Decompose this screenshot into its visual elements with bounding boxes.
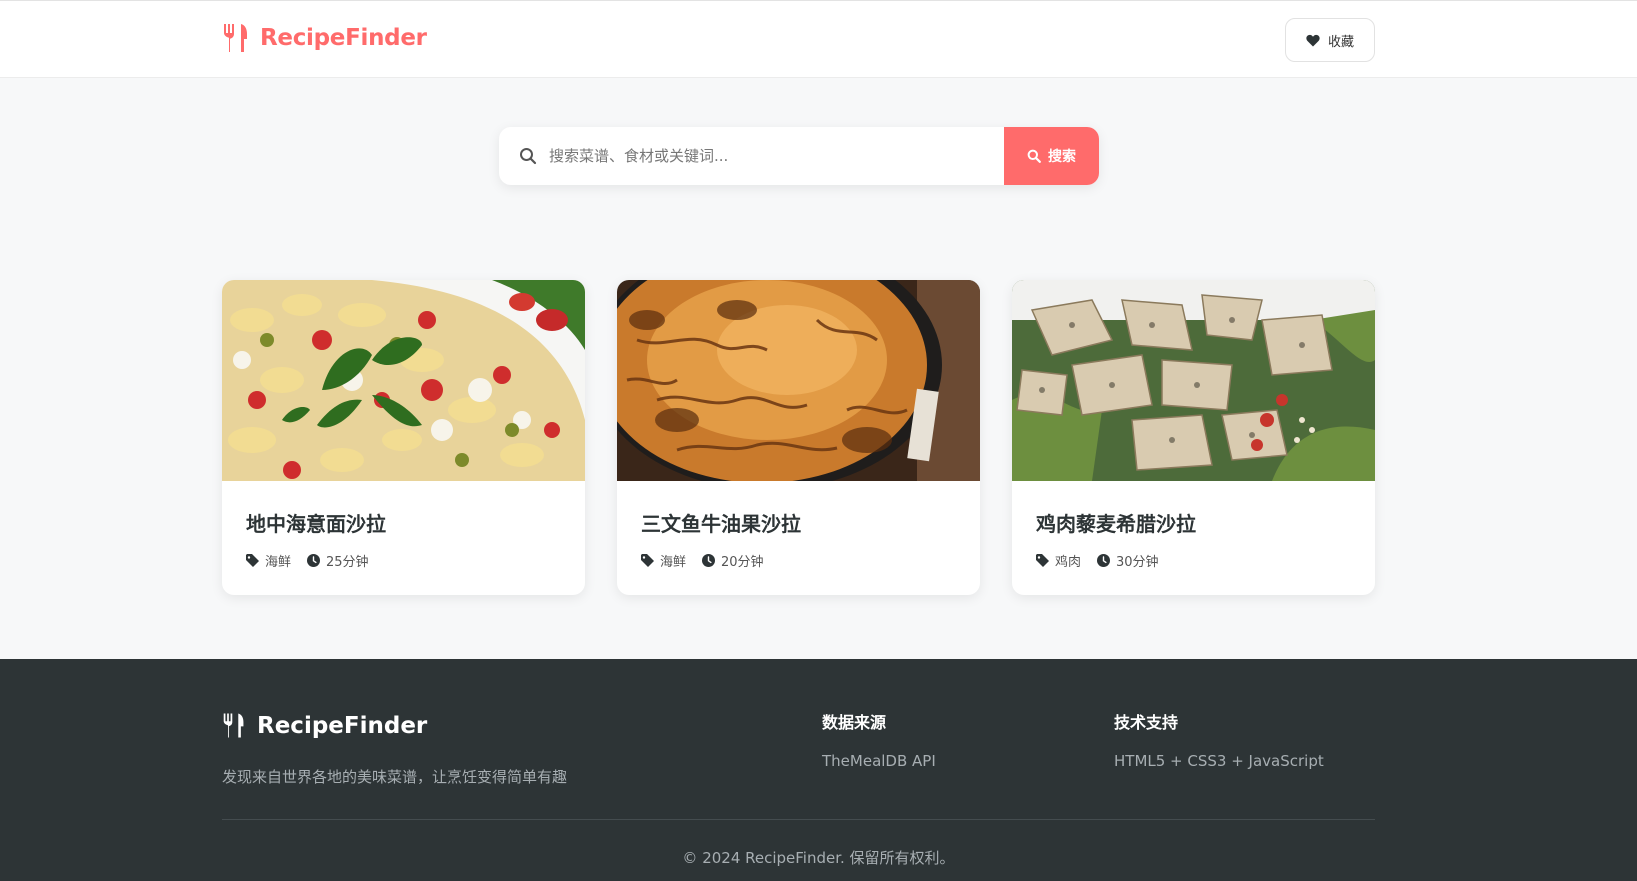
utensils-icon (224, 24, 247, 52)
recipe-meta: 海鲜 25分钟 (246, 551, 385, 570)
recipe-title: 鸡肉藜麦希腊沙拉 (1036, 512, 1196, 536)
utensils-icon (223, 713, 244, 738)
brand-name: RecipeFinder (260, 25, 427, 51)
footer-divider (222, 819, 1375, 820)
recipe-category: 海鲜 (641, 551, 686, 570)
search-field-wrapper (499, 127, 1004, 185)
search-icon (520, 148, 537, 165)
recipe-category-label: 海鲜 (660, 555, 687, 570)
site-footer: RecipeFinder 发现来自世界各地的美味菜谱，让烹饪变得简单有趣 数据来… (0, 659, 1637, 881)
recipe-card[interactable]: 鸡肉藜麦希腊沙拉 鸡肉 30分钟 (1012, 280, 1375, 595)
recipe-category: 海鲜 (246, 551, 291, 570)
search-icon (1027, 149, 1041, 163)
search-input[interactable] (549, 127, 1004, 185)
footer-data-source-link[interactable]: TheMealDB API (822, 752, 936, 770)
recipe-time: 20分钟 (702, 551, 764, 570)
recipe-time: 25分钟 (307, 551, 369, 570)
site-header: RecipeFinder 收藏 (0, 0, 1637, 78)
favorites-label: 收藏 (1327, 33, 1354, 49)
tag-icon (641, 554, 654, 567)
recipe-time-label: 30分钟 (1116, 555, 1159, 570)
tag-icon (246, 554, 259, 567)
recipe-card[interactable]: 三文鱼牛油果沙拉 海鲜 20分钟 (617, 280, 980, 595)
footer-brand-name: RecipeFinder (257, 712, 428, 739)
recipe-image-chicken-salad (1012, 280, 1375, 481)
recipe-time-label: 20分钟 (721, 555, 764, 570)
recipe-meta: 海鲜 20分钟 (641, 551, 780, 570)
recipe-title: 三文鱼牛油果沙拉 (641, 512, 801, 536)
footer-tech-title: 技术支持 (1114, 713, 1179, 732)
recipe-meta: 鸡肉 30分钟 (1036, 551, 1175, 570)
recipe-time-label: 25分钟 (326, 555, 369, 570)
search-button-label: 搜索 (1048, 149, 1076, 165)
footer-tech-text: HTML5 + CSS3 + JavaScript (1114, 752, 1324, 770)
search-button[interactable]: 搜索 (1004, 127, 1099, 185)
recipe-card[interactable]: 地中海意面沙拉 海鲜 25分钟 (222, 280, 585, 595)
recipe-image-pasta-salad (222, 280, 585, 481)
tag-icon (1036, 554, 1049, 567)
brand-logo-link[interactable]: RecipeFinder (222, 23, 427, 53)
recipe-time: 30分钟 (1097, 551, 1159, 570)
recipe-title: 地中海意面沙拉 (246, 512, 386, 536)
clock-icon (1097, 554, 1111, 567)
search-bar: 搜索 (499, 127, 1099, 185)
recipe-grid: 地中海意面沙拉 海鲜 25分钟 三文鱼牛油果沙拉 海鲜 20分钟 鸡肉藜麦希腊沙… (222, 280, 1375, 595)
heart-icon (1306, 34, 1320, 46)
footer-data-source-title: 数据来源 (822, 713, 887, 732)
recipe-category-label: 鸡肉 (1055, 555, 1082, 570)
recipe-image-baked-pie (617, 280, 980, 481)
clock-icon (307, 554, 321, 567)
recipe-category-label: 海鲜 (265, 555, 292, 570)
recipe-category: 鸡肉 (1036, 551, 1081, 570)
footer-tagline: 发现来自世界各地的美味菜谱，让烹饪变得简单有趣 (222, 768, 568, 786)
footer-copyright: © 2024 RecipeFinder. 保留所有权利。 (682, 849, 955, 867)
favorites-button[interactable]: 收藏 (1285, 18, 1375, 62)
footer-brand: RecipeFinder (222, 712, 427, 739)
clock-icon (702, 554, 716, 567)
